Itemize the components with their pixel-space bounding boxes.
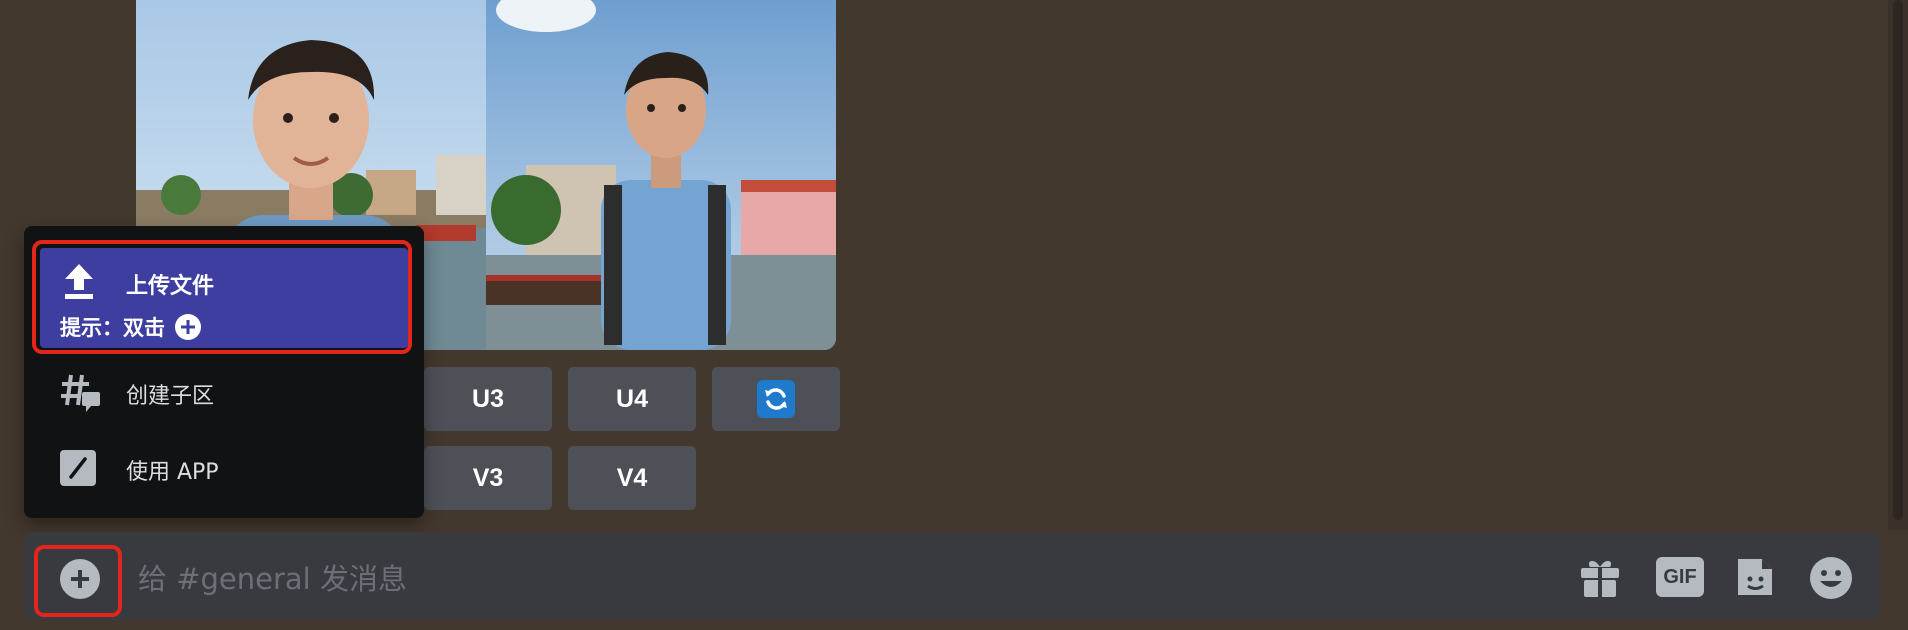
sticker-icon[interactable] <box>1734 555 1776 599</box>
portrait-image-2 <box>486 0 836 350</box>
chat-scrollbar-thumb[interactable] <box>1893 0 1903 520</box>
use-app-menu-item[interactable]: 使用 APP <box>40 438 408 498</box>
upscale-4-button[interactable]: U4 <box>568 367 696 431</box>
refresh-icon <box>757 380 795 418</box>
emoji-icon[interactable] <box>1808 555 1854 601</box>
gif-label: GIF <box>1663 565 1697 588</box>
gif-icon[interactable]: GIF <box>1656 557 1704 597</box>
variation-4-button[interactable]: V4 <box>568 446 696 510</box>
attach-button[interactable] <box>60 559 100 599</box>
plus-circle-icon <box>71 570 89 588</box>
slash-command-icon <box>60 450 96 486</box>
reroll-button[interactable] <box>712 367 840 431</box>
use-app-label: 使用 APP <box>126 460 219 485</box>
gift-icon[interactable] <box>1578 555 1622 599</box>
message-input[interactable] <box>136 556 1540 602</box>
upload-focus-highlight <box>32 240 412 354</box>
create-thread-menu-item[interactable]: 创建子区 <box>40 362 408 422</box>
variation-3-button[interactable]: V3 <box>424 446 552 510</box>
generated-image-tile-2[interactable] <box>486 0 836 350</box>
create-thread-label: 创建子区 <box>126 384 215 409</box>
thread-icon <box>61 374 100 412</box>
upscale-3-button[interactable]: U3 <box>424 367 552 431</box>
attach-menu: 上传文件 提示：双击 创建子区 使用 APP <box>24 226 424 518</box>
